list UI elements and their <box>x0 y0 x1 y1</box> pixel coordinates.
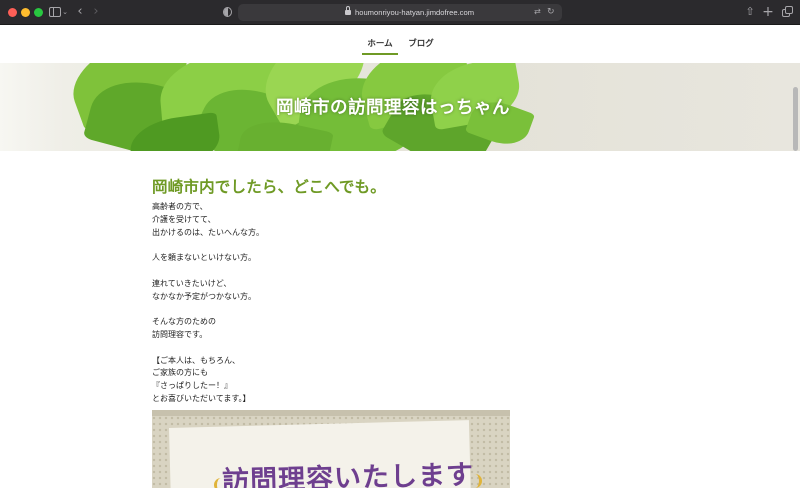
nav-item-blog[interactable]: ブログ <box>408 37 434 51</box>
intro-line: 訪問理容です。 <box>152 329 208 339</box>
intro-line: そんな方のための <box>152 317 216 327</box>
translate-icon[interactable]: ⇄ <box>534 6 546 18</box>
reload-icon[interactable]: ↻ <box>547 6 559 18</box>
intro-line <box>152 265 512 278</box>
intro-text: 高齢者の方で、 介護を受けてて、 出かけるのは、たいへんな方。 人を頼まないとい… <box>152 201 512 406</box>
intro-line <box>152 342 512 355</box>
new-tab-icon[interactable]: + <box>761 4 775 20</box>
browser-toolbar: ⌄ ‹ › houmonriyou-hatyan.jimdofree.com ⇄… <box>0 0 800 25</box>
site-title: 岡崎市の訪問理容はっちゃん <box>276 98 510 118</box>
intro-line: 連れていきたいけど、 <box>152 278 232 288</box>
intro-line: ご家族の方にも <box>152 368 208 378</box>
web-page: ホーム ブログ 岡崎市の訪問理容はっちゃん 岡崎市内でしたら、どこへでも。 高齢… <box>0 25 800 488</box>
site-navigation: ホーム ブログ <box>0 25 800 63</box>
intro-line: なかなか予定がつかない方。 <box>152 291 256 301</box>
minimize-window-button[interactable] <box>21 8 30 17</box>
hero-banner: 岡崎市の訪問理容はっちゃん <box>0 63 800 151</box>
intro-line <box>152 239 512 252</box>
tab-overview-icon[interactable] <box>780 4 794 20</box>
forward-icon[interactable]: › <box>89 4 103 20</box>
close-window-button[interactable] <box>8 8 17 17</box>
intro-line: 介護を受けてて、 <box>152 214 216 224</box>
lock-icon <box>345 6 351 16</box>
main-headline: 岡崎市内でしたら、どこへでも。 <box>152 178 386 196</box>
main-content: 岡崎市内でしたら、どこへでも。 高齢者の方で、 介護を受けてて、 出かけるのは、… <box>152 175 512 406</box>
intro-line: 人を頼まないといけない方。 <box>152 253 256 263</box>
intro-line: とお喜びいただいてます。】 <box>152 393 251 403</box>
intro-line: 出かけるのは、たいへんな方。 <box>152 227 264 237</box>
sign-photo: 訪問理容いたします <box>152 410 510 488</box>
nav-item-home[interactable]: ホーム <box>362 37 398 51</box>
back-icon[interactable]: ‹ <box>73 4 87 20</box>
intro-line <box>152 303 512 316</box>
address-bar[interactable]: houmonriyou-hatyan.jimdofree.com ⇄ ↻ <box>238 4 562 21</box>
intro-line: 『さっぱりしたー！』 <box>152 381 232 391</box>
intro-line: 高齢者の方で、 <box>152 202 208 211</box>
zoom-window-button[interactable] <box>34 8 43 17</box>
page-scrollbar[interactable] <box>793 87 798 151</box>
sign-text: 訪問理容いたします <box>221 459 475 488</box>
share-icon[interactable]: ⇧ <box>743 4 757 20</box>
url-text: houmonriyou-hatyan.jimdofree.com <box>355 8 475 17</box>
privacy-shield-icon[interactable] <box>220 4 234 20</box>
active-nav-indicator <box>362 53 398 55</box>
intro-line: 【ご本人は、もちろん、 <box>152 355 240 365</box>
chevron-down-icon[interactable]: ⌄ <box>60 4 70 20</box>
